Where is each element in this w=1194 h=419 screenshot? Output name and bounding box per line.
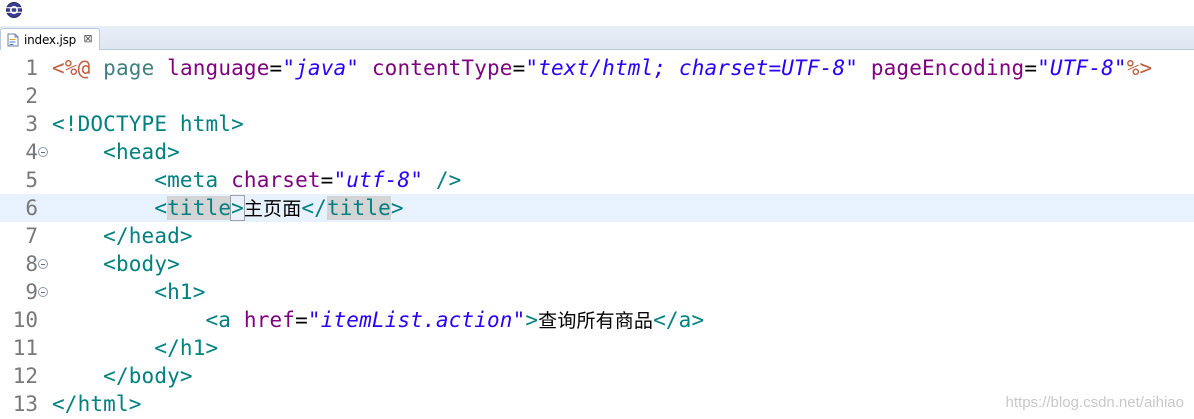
code-token: <a xyxy=(52,308,244,332)
tab-label: index.jsp xyxy=(24,32,77,47)
code-token: href xyxy=(243,308,296,332)
code-token: 主页面 xyxy=(243,198,302,220)
code-text: </html> xyxy=(52,390,142,418)
line-number: 12 xyxy=(12,364,38,388)
code-text: <!DOCTYPE html> xyxy=(52,110,244,138)
fold-collapse-icon[interactable] xyxy=(38,259,48,269)
code-token: = xyxy=(295,308,308,332)
fold-collapse-icon[interactable] xyxy=(38,147,48,157)
code-token: <h1> xyxy=(52,280,206,304)
code-token: "itemList.action" xyxy=(307,308,526,332)
jsp-file-icon xyxy=(7,33,19,46)
code-token: "utf-8" xyxy=(333,168,424,192)
code-token: = xyxy=(512,56,526,80)
code-text: <head> xyxy=(52,138,180,166)
code-line-3[interactable]: 3 <!DOCTYPE html> xyxy=(0,110,1194,138)
code-text: <meta charset="utf-8" /> xyxy=(52,166,461,194)
code-token: <head> xyxy=(52,140,180,164)
code-token: < xyxy=(52,196,168,220)
code-line-10[interactable]: 10 <a href="itemList.action">查询所有商品</a> xyxy=(0,306,1194,334)
code-token: charset xyxy=(231,168,321,192)
fold-collapse-icon[interactable] xyxy=(38,287,48,297)
code-token: </html> xyxy=(52,392,142,416)
code-token: <body> xyxy=(52,252,180,276)
code-token: "text/html; charset=UTF-8" xyxy=(525,56,859,80)
code-text: <a href="itemList.action">查询所有商品</a> xyxy=(52,306,705,334)
title-strip xyxy=(0,0,1194,26)
line-number: 13 xyxy=(12,392,38,416)
code-line-11[interactable]: 11 </h1> xyxy=(0,334,1194,362)
code-token: <%@ xyxy=(52,56,91,80)
watermark: https://blog.csdn.net/aihiao xyxy=(1005,394,1184,411)
code-text: <title>主页面</title> xyxy=(52,194,404,222)
code-token: "UTF-8" xyxy=(1037,56,1127,80)
line-number: 1 xyxy=(25,56,38,80)
code-token: title xyxy=(167,196,232,220)
line-number: 11 xyxy=(12,336,38,360)
code-line-9[interactable]: 9 <h1> xyxy=(0,278,1194,306)
code-token: > xyxy=(390,196,404,220)
code-text: </h1> xyxy=(52,334,218,362)
line-number: 4 xyxy=(25,140,38,164)
code-token: = xyxy=(320,168,334,192)
line-number: 2 xyxy=(25,84,38,108)
code-text: <h1> xyxy=(52,278,206,306)
code-token: language xyxy=(167,56,270,80)
code-token: = xyxy=(1024,56,1038,80)
code-token: 查询所有商品 xyxy=(538,310,654,332)
code-token: contentType xyxy=(359,56,513,80)
line-number: 7 xyxy=(25,224,38,248)
code-token: title xyxy=(326,196,391,220)
code-token: "java" xyxy=(282,56,360,80)
line-number: 5 xyxy=(25,168,38,192)
line-number: 9 xyxy=(25,280,38,304)
code-line-6[interactable]: 6 <title>主页面</title> xyxy=(0,194,1194,222)
code-token: %> xyxy=(1126,56,1153,80)
line-number: 6 xyxy=(25,196,38,220)
code-token: /> xyxy=(423,168,462,192)
code-line-4[interactable]: 4 <head> xyxy=(0,138,1194,166)
code-token: <meta xyxy=(52,168,232,192)
line-number: 3 xyxy=(25,112,38,136)
code-token: </head> xyxy=(52,224,193,248)
code-token: pageEncoding xyxy=(858,56,1025,80)
code-line-5[interactable]: 5 <meta charset="utf-8" /> xyxy=(0,166,1194,194)
code-text: </head> xyxy=(52,222,193,250)
close-tab-icon[interactable]: ⊠ xyxy=(82,33,94,45)
code-editor[interactable]: 1 <%@ page language="java" contentType="t… xyxy=(0,54,1194,419)
code-token: </body> xyxy=(52,364,193,388)
code-line-12[interactable]: 12 </body> xyxy=(0,362,1194,390)
code-token: </h1> xyxy=(52,336,219,360)
code-text: </body> xyxy=(52,362,193,390)
line-number: 8 xyxy=(25,252,38,276)
line-number: 10 xyxy=(12,308,38,332)
code-text: <body> xyxy=(52,250,180,278)
code-token: <!DOCTYPE html> xyxy=(52,112,244,136)
code-token: page xyxy=(90,56,168,80)
code-token: </a> xyxy=(653,308,705,332)
code-line-2[interactable]: 2 xyxy=(0,82,1194,110)
editor-tab-bar: index.jsp ⊠ xyxy=(0,26,1194,50)
code-line-7[interactable]: 7 </head> xyxy=(0,222,1194,250)
code-line-1[interactable]: 1 <%@ page language="java" contentType="t… xyxy=(0,54,1194,82)
code-token: = xyxy=(269,56,283,80)
code-text: <%@ page language="java" contentType="te… xyxy=(52,54,1152,82)
code-token: > xyxy=(230,195,245,221)
code-line-8[interactable]: 8 <body> xyxy=(0,250,1194,278)
tab-index-jsp[interactable]: index.jsp ⊠ xyxy=(0,28,100,50)
code-token: </ xyxy=(301,196,327,220)
code-token: > xyxy=(525,308,539,332)
eclipse-app-icon[interactable] xyxy=(5,1,23,19)
